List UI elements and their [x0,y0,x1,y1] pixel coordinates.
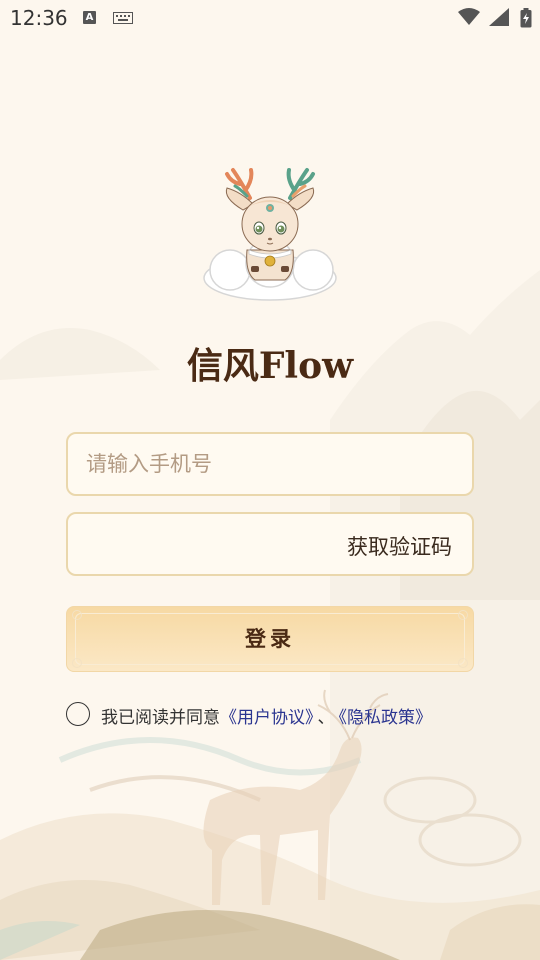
code-input-container: 获取验证码 [66,512,474,576]
get-code-button[interactable]: 获取验证码 [347,531,452,561]
signal-icon [488,8,509,26]
user-agreement-link[interactable]: 《用户协议》 [220,708,314,728]
privacy-policy-link[interactable]: 《隐私政策》 [339,708,433,728]
keyboard-icon [113,12,133,24]
login-button-label: 登录 [245,626,295,651]
phone-input[interactable] [86,434,446,494]
status-bar: 12:36 A [0,0,540,36]
text-input-icon: A [83,11,96,24]
agreement-text: 我已阅读并同意《用户协议》、《隐私政策》 [101,703,432,728]
app-title: 信风Flow [186,345,354,387]
battery-icon [520,8,532,28]
status-time: 12:36 [10,6,68,30]
phone-input-container [66,432,474,496]
wifi-icon [457,8,480,25]
verification-code-input[interactable] [86,514,326,574]
agreement-prefix: 我已阅读并同意 [101,708,220,728]
agreement-separator: 、 [317,708,335,728]
deer-mascot-logo [203,168,337,301]
status-icons [457,8,532,28]
login-button[interactable]: 登录 [66,606,474,672]
agreement-checkbox[interactable] [66,702,90,726]
